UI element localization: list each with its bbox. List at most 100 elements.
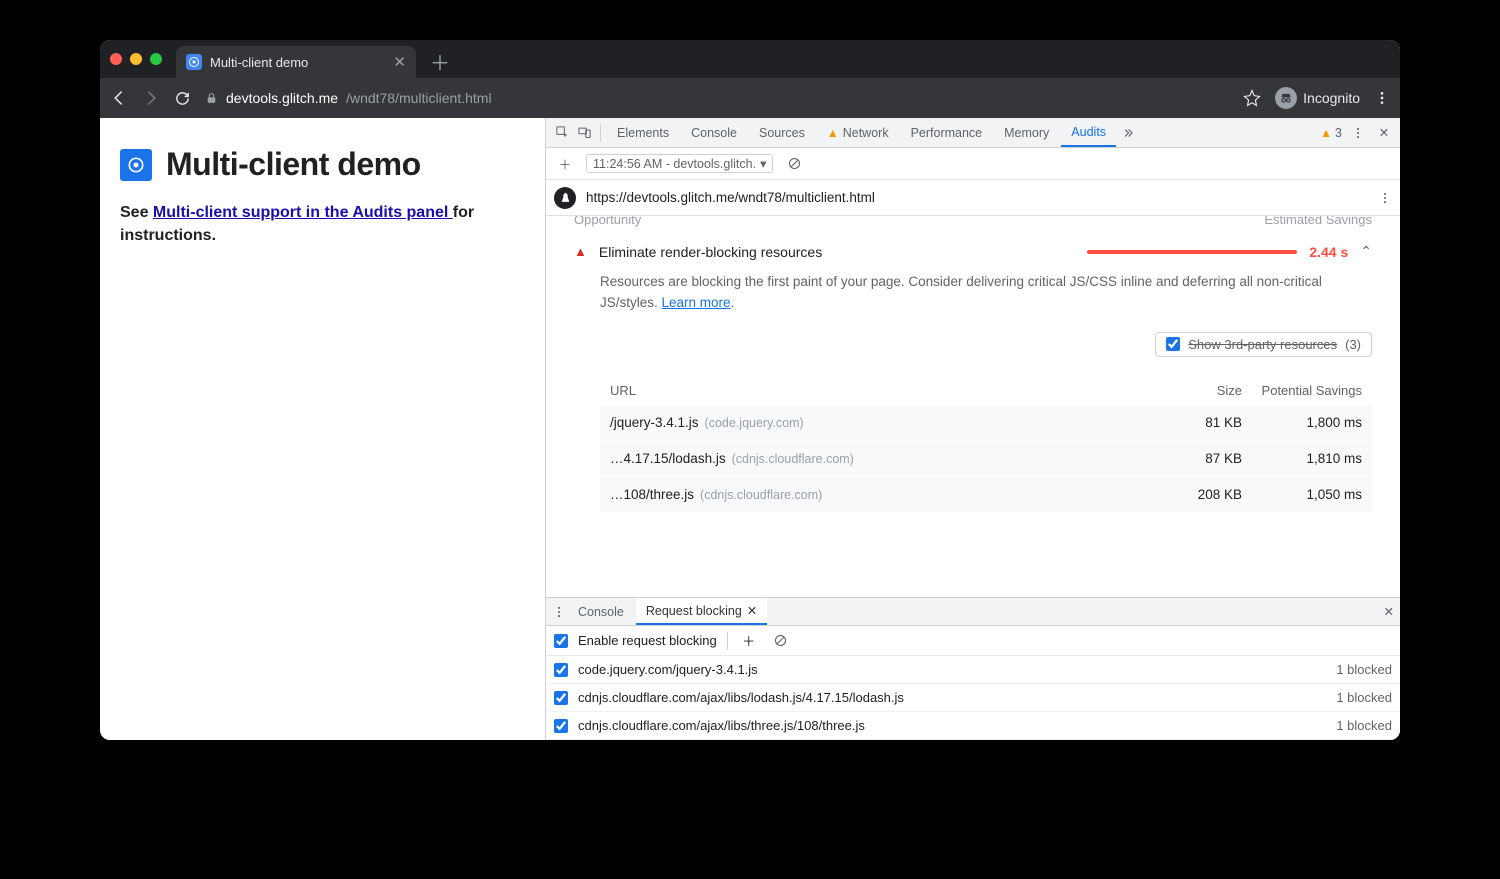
third-party-count: (3) [1345,337,1361,352]
tab-network[interactable]: ▲Network [817,118,899,147]
warning-count: 3 [1335,126,1342,140]
new-tab-button[interactable]: ＋ [430,47,450,76]
address-bar: devtools.glitch.me/wndt78/multiclient.ht… [100,78,1400,118]
tab-audits[interactable]: Audits [1061,118,1116,147]
col-savings: Potential Savings [1242,383,1362,398]
blocking-pattern-row[interactable]: cdnjs.cloudflare.com/ajax/libs/three.js/… [546,712,1400,740]
maximize-window-button[interactable] [150,53,162,65]
browser-tab[interactable]: Multi-client demo ✕ [176,46,416,78]
opportunity-header: Opportunity Estimated Savings [546,216,1400,235]
drawer-menu-button[interactable] [552,605,566,619]
more-tabs-button[interactable] [1118,123,1138,143]
url-field[interactable]: devtools.glitch.me/wndt78/multiclient.ht… [205,90,1217,106]
devtools-drawer: Console Request blocking ✕ ✕ Enable requ… [546,597,1400,740]
page-logo-icon [120,149,152,181]
enable-blocking-label: Enable request blocking [578,633,717,648]
new-audit-button[interactable]: ＋ [554,153,576,175]
pattern-text: cdnjs.cloudflare.com/ajax/libs/lodash.js… [578,690,904,705]
page-viewport: Multi-client demo See Multi-client suppo… [100,118,545,740]
tab-sources[interactable]: Sources [749,118,815,147]
report-selector-label: 11:24:56 AM - devtools.glitch. [593,157,756,171]
content-area: Multi-client demo See Multi-client suppo… [100,118,1400,740]
learn-more-link[interactable]: Learn more [662,295,731,310]
pattern-checkbox[interactable] [554,719,568,733]
warning-icon: ▲ [1320,126,1332,140]
add-pattern-button[interactable]: ＋ [738,630,760,652]
bookmark-button[interactable] [1243,89,1261,107]
row-path: …4.17.15/lodash.js [610,451,726,466]
browser-menu-button[interactable] [1374,90,1390,106]
inspect-element-button[interactable] [552,123,572,143]
table-row[interactable]: …108/three.js(cdnjs.cloudflare.com) 208 … [600,476,1372,512]
audit-body: Opportunity Estimated Savings ▲ Eliminat… [546,216,1400,597]
col-size: Size [1152,383,1242,398]
report-selector[interactable]: 11:24:56 AM - devtools.glitch. ▾ [586,154,773,173]
page-title: Multi-client demo [120,146,525,183]
row-domain: (cdnjs.cloudflare.com) [732,452,854,466]
third-party-toggle[interactable]: Show 3rd-party resources (3) [1155,332,1372,357]
devtools-tabs: Elements Console Sources ▲Network Perfor… [546,118,1400,148]
close-window-button[interactable] [110,53,122,65]
row-size: 87 KB [1152,451,1242,466]
savings-time: 2.44 s [1309,244,1348,260]
warnings-indicator[interactable]: ▲ 3 [1320,126,1342,140]
drawer-tabs: Console Request blocking ✕ ✕ [546,598,1400,626]
page-text-prefix: See [120,204,153,221]
table-row[interactable]: …4.17.15/lodash.js (cdnjs.cloudflare.com)… [600,440,1372,476]
reload-button[interactable] [174,90,191,107]
page-paragraph: See Multi-client support in the Audits p… [120,201,525,247]
clear-audit-button[interactable] [783,153,805,175]
close-devtools-button[interactable]: ✕ [1374,123,1394,143]
enable-blocking-checkbox[interactable] [554,634,568,648]
audit-menu-button[interactable] [1378,191,1392,205]
tab-elements[interactable]: Elements [607,118,679,147]
audit-url-row: https://devtools.glitch.me/wndt78/multic… [546,180,1400,216]
page-link[interactable]: Multi-client support in the Audits panel [153,204,453,221]
pattern-count: 1 blocked [1336,690,1392,705]
chevron-down-icon: ▾ [760,156,766,171]
devtools-menu-button[interactable] [1348,123,1368,143]
remove-all-patterns-button[interactable] [770,630,792,652]
blocking-pattern-row[interactable]: code.jquery.com/jquery-3.4.1.js 1 blocke… [546,656,1400,684]
incognito-label: Incognito [1303,90,1360,106]
devtools-panel: Elements Console Sources ▲Network Perfor… [545,118,1400,740]
forward-button[interactable] [142,89,160,107]
row-path: /jquery-3.4.1.js [610,415,699,430]
fail-icon: ▲ [574,244,587,259]
lighthouse-icon [554,187,576,209]
drawer-tab-request-blocking[interactable]: Request blocking ✕ [636,598,767,625]
request-blocking-toolbar: Enable request blocking ＋ [546,626,1400,656]
close-drawer-button[interactable]: ✕ [1384,604,1394,619]
resources-table: URL Size Potential Savings /jquery-3.4.1… [600,377,1372,512]
tab-favicon-icon [186,54,202,70]
pattern-checkbox[interactable] [554,691,568,705]
close-drawer-tab-button[interactable]: ✕ [747,603,757,618]
close-tab-button[interactable]: ✕ [393,53,406,71]
opportunity-row[interactable]: ▲ Eliminate render-blocking resources 2.… [546,235,1400,268]
blocking-pattern-row[interactable]: cdnjs.cloudflare.com/ajax/libs/lodash.js… [546,684,1400,712]
row-size: 81 KB [1152,415,1242,430]
tab-performance[interactable]: Performance [901,118,993,147]
row-path: …108/three.js [610,487,694,502]
drawer-tab-console[interactable]: Console [568,598,634,625]
row-savings: 1,800 ms [1242,415,1362,430]
table-row[interactable]: /jquery-3.4.1.js(code.jquery.com) 81 KB … [600,404,1372,440]
pattern-checkbox[interactable] [554,663,568,677]
device-toolbar-button[interactable] [574,123,594,143]
third-party-checkbox[interactable] [1166,337,1180,351]
opportunity-description: Resources are blocking the first paint o… [546,268,1400,318]
incognito-icon [1275,87,1297,109]
minimize-window-button[interactable] [130,53,142,65]
back-button[interactable] [110,89,128,107]
pattern-count: 1 blocked [1336,662,1392,677]
page-heading-text: Multi-client demo [166,146,421,183]
tab-console[interactable]: Console [681,118,747,147]
savings-label: Estimated Savings [1264,216,1372,227]
tab-memory[interactable]: Memory [994,118,1059,147]
opportunity-label: Opportunity [574,216,641,227]
pattern-count: 1 blocked [1336,718,1392,733]
incognito-indicator: Incognito [1275,87,1360,109]
pattern-text: cdnjs.cloudflare.com/ajax/libs/three.js/… [578,718,865,733]
pattern-text: code.jquery.com/jquery-3.4.1.js [578,662,758,677]
drawer-tab-blocking-label: Request blocking [646,604,742,618]
